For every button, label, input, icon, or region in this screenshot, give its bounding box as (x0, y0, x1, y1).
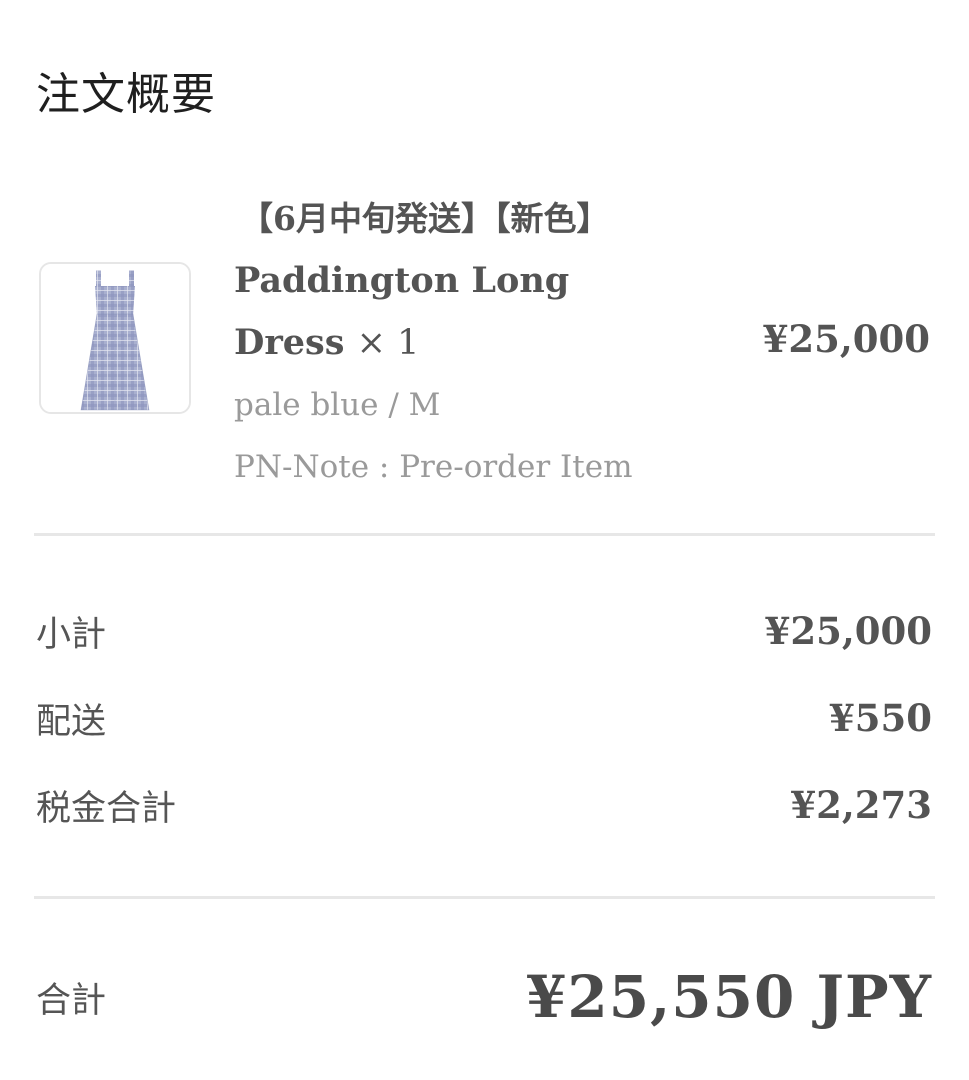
tax-row: 税金合計 ¥2,273 (36, 774, 932, 836)
shipping-row: 配送 ¥550 (36, 687, 932, 749)
total-label: 合計 (36, 980, 107, 1021)
tax-label: 税金合計 (36, 788, 177, 829)
divider-summary (34, 896, 935, 899)
shipping-label: 配送 (36, 701, 107, 742)
tax-value: ¥2,273 (790, 783, 932, 827)
product-info: 【6月中旬発送】【新色】 Paddington Long Dress × 1 p… (234, 188, 714, 498)
product-price: ¥25,000 (762, 317, 930, 361)
product-title-tag: 【6月中旬発送】【新色】 (240, 199, 610, 238)
total-value: ¥25,550 JPY (526, 963, 932, 1031)
page-title: 注文概要 (36, 69, 216, 121)
product-title-name: Paddington Long (234, 260, 570, 301)
product-note: PN-Note : Pre-order Item (234, 449, 633, 485)
product-title-dress: Dress (234, 322, 345, 363)
subtotal-row: 小計 ¥25,000 (36, 600, 932, 662)
total-row: 合計 ¥25,550 JPY (36, 955, 932, 1039)
subtotal-value: ¥25,000 (764, 609, 932, 653)
subtotal-label: 小計 (36, 614, 107, 655)
shipping-value: ¥550 (829, 696, 932, 740)
product-thumbnail[interactable] (39, 262, 191, 414)
product-quantity: × 1 (356, 323, 420, 363)
product-variant: pale blue / M (234, 387, 441, 423)
divider-product (34, 533, 935, 536)
product-title-line3: Dress × 1 (234, 312, 714, 374)
dress-thumbnail-image (41, 264, 189, 412)
